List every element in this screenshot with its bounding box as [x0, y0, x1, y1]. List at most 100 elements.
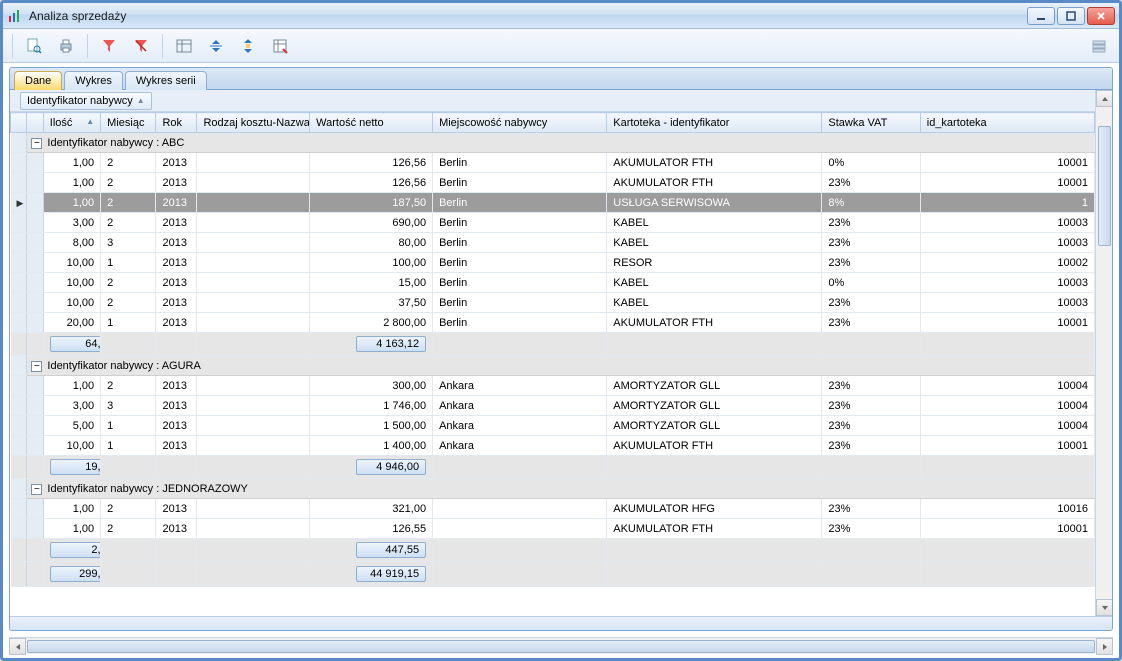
- group-header-cell[interactable]: −Identyfikator nabywcy : AGURA: [27, 356, 1095, 376]
- export-button[interactable]: [266, 32, 294, 60]
- cell-vat: 0%: [822, 153, 920, 173]
- scroll-thumb[interactable]: [27, 640, 1095, 653]
- table-row[interactable]: 3,00320131 746,00AnkaraAMORTYZATOR GLL23…: [11, 396, 1095, 416]
- table-row[interactable]: 1,0022013126,56BerlinAKUMULATOR FTH23%10…: [11, 173, 1095, 193]
- subtotal-cell: 2,00: [43, 539, 100, 562]
- group-header-cell[interactable]: −Identyfikator nabywcy : ABC: [27, 133, 1095, 153]
- cell-rok: 2013: [156, 173, 197, 193]
- table-row[interactable]: 1,0022013126,55AKUMULATOR FTH23%10001: [11, 519, 1095, 539]
- cell-ilosc: 10,00: [43, 293, 100, 313]
- tab-dane[interactable]: Dane: [14, 71, 62, 90]
- table-row[interactable]: 20,00120132 800,00BerlinAKUMULATOR FTH23…: [11, 313, 1095, 333]
- expand-header[interactable]: [27, 113, 43, 133]
- group-header-row[interactable]: −Identyfikator nabywcy : ABC: [11, 133, 1095, 153]
- cell-ilosc: 1,00: [43, 499, 100, 519]
- cell-rok: 2013: [156, 253, 197, 273]
- expand-cell: [27, 396, 43, 416]
- cell-miesiac: 1: [101, 253, 156, 273]
- row-indicator: [11, 539, 27, 562]
- close-button[interactable]: [1087, 7, 1115, 25]
- groupby-panel[interactable]: Identyfikator nabywcy ▲: [10, 90, 1095, 112]
- col-rodzaj-header[interactable]: Rodzaj kosztu-Nazwa: [197, 113, 310, 133]
- table-row[interactable]: 10,00120131 400,00AnkaraAKUMULATOR FTH23…: [11, 436, 1095, 456]
- col-rok-header[interactable]: Rok: [156, 113, 197, 133]
- cell-kartoteka: KABEL: [607, 213, 822, 233]
- scroll-left-button[interactable]: [9, 638, 26, 655]
- expand-all-button[interactable]: [234, 32, 262, 60]
- cell-idkartoteka: 10003: [920, 213, 1094, 233]
- groupby-chip[interactable]: Identyfikator nabywcy ▲: [20, 92, 152, 110]
- col-wartosc-header[interactable]: Wartość netto: [310, 113, 433, 133]
- cell-miejscowosc: [433, 519, 607, 539]
- cell-ilosc: 1,00: [43, 153, 100, 173]
- col-miejscowosc-header[interactable]: Miejscowość nabywcy: [433, 113, 607, 133]
- row-indicator: [11, 499, 27, 519]
- preview-button[interactable]: [20, 32, 48, 60]
- row-indicator: ▶: [11, 193, 27, 213]
- cell-rok: 2013: [156, 213, 197, 233]
- table-row[interactable]: 1,0022013321,00AKUMULATOR HFG23%10016: [11, 499, 1095, 519]
- filter-clear-button[interactable]: [127, 32, 155, 60]
- scroll-thumb[interactable]: [1098, 126, 1111, 246]
- cell-idkartoteka: 10001: [920, 313, 1094, 333]
- table-row[interactable]: 10,002201315,00BerlinKABEL0%10003: [11, 273, 1095, 293]
- horizontal-scrollbar[interactable]: [9, 637, 1113, 654]
- titlebar[interactable]: Analiza sprzedaży: [3, 3, 1119, 29]
- cell-rodzaj: [197, 313, 310, 333]
- tab-strip: Dane Wykres Wykres serii: [10, 68, 1112, 90]
- cell-ilosc: 1,00: [43, 519, 100, 539]
- grid-footer: [10, 616, 1112, 630]
- cell-kartoteka: AMORTYZATOR GLL: [607, 416, 822, 436]
- table-row[interactable]: 5,00120131 500,00AnkaraAMORTYZATOR GLL23…: [11, 416, 1095, 436]
- col-idkartoteka-header[interactable]: id_kartoteka: [920, 113, 1094, 133]
- col-kartoteka-header[interactable]: Kartoteka - identyfikator: [607, 113, 822, 133]
- cell-vat: 23%: [822, 233, 920, 253]
- cell-vat: 23%: [822, 313, 920, 333]
- group-header-cell[interactable]: −Identyfikator nabywcy : JEDNORAZOWY: [27, 479, 1095, 499]
- group-header-row[interactable]: −Identyfikator nabywcy : JEDNORAZOWY: [11, 479, 1095, 499]
- grid-layout-button[interactable]: [170, 32, 198, 60]
- groupby-chip-label: Identyfikator nabywcy: [27, 95, 133, 107]
- table-row[interactable]: 1,0022013300,00AnkaraAMORTYZATOR GLL23%1…: [11, 376, 1095, 396]
- scroll-right-button[interactable]: [1096, 638, 1113, 655]
- cell-kartoteka: KABEL: [607, 233, 822, 253]
- indicator-header[interactable]: [11, 113, 27, 133]
- table-row[interactable]: 10,002201337,50BerlinKABEL23%10003: [11, 293, 1095, 313]
- cell-miesiac: 2: [101, 273, 156, 293]
- maximize-button[interactable]: [1057, 7, 1085, 25]
- table-row[interactable]: 8,003201380,00BerlinKABEL23%10003: [11, 233, 1095, 253]
- cell-idkartoteka: 10002: [920, 253, 1094, 273]
- cell-idkartoteka: 10016: [920, 499, 1094, 519]
- cell-idkartoteka: 10001: [920, 153, 1094, 173]
- col-miesiac-header[interactable]: Miesiąc: [101, 113, 156, 133]
- table-row[interactable]: ▶1,0022013187,50BerlinUSŁUGA SERWISOWA8%…: [11, 193, 1095, 213]
- col-ilosc-header[interactable]: Ilość▲: [43, 113, 100, 133]
- collapse-icon[interactable]: −: [31, 484, 42, 495]
- print-button[interactable]: [52, 32, 80, 60]
- col-vat-header[interactable]: Stawka VAT: [822, 113, 920, 133]
- scroll-up-button[interactable]: [1096, 90, 1112, 107]
- cell-idkartoteka: 10003: [920, 233, 1094, 253]
- table-row[interactable]: 3,0022013690,00BerlinKABEL23%10003: [11, 213, 1095, 233]
- collapse-all-button[interactable]: [202, 32, 230, 60]
- tab-wykres-serii[interactable]: Wykres serii: [125, 71, 207, 90]
- table-row[interactable]: 10,0012013100,00BerlinRESOR23%10002: [11, 253, 1095, 273]
- collapse-icon[interactable]: −: [31, 361, 42, 372]
- vertical-scrollbar[interactable]: [1095, 90, 1112, 616]
- data-grid[interactable]: Ilość▲ Miesiąc Rok Rodzaj kosztu-Nazwa W…: [10, 112, 1095, 587]
- group-header-row[interactable]: −Identyfikator nabywcy : AGURA: [11, 356, 1095, 376]
- row-indicator: [11, 273, 27, 293]
- options-button[interactable]: [1085, 32, 1113, 60]
- filter-red-button[interactable]: [95, 32, 123, 60]
- scroll-down-button[interactable]: [1096, 599, 1112, 616]
- row-indicator: [11, 356, 27, 376]
- minimize-button[interactable]: [1027, 7, 1055, 25]
- tab-wykres[interactable]: Wykres: [64, 71, 123, 90]
- grandtotal-row: 299,0044 919,15: [11, 562, 1095, 587]
- table-row[interactable]: 1,0022013126,56BerlinAKUMULATOR FTH0%100…: [11, 153, 1095, 173]
- row-indicator: [11, 293, 27, 313]
- cell-vat: 8%: [822, 193, 920, 213]
- cell-miejscowosc: Ankara: [433, 396, 607, 416]
- cell-vat: 23%: [822, 436, 920, 456]
- collapse-icon[interactable]: −: [31, 138, 42, 149]
